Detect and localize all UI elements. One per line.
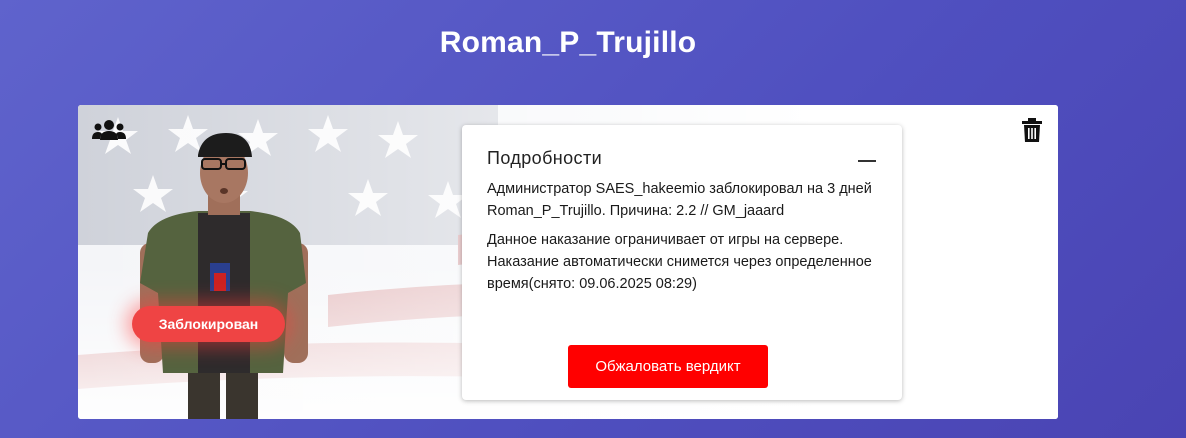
details-title: Подробности: [487, 148, 603, 168]
details-panel: Подробности Администратор SAES_hakeemio …: [462, 125, 902, 400]
appeal-verdict-button[interactable]: Обжаловать вердикт: [568, 345, 768, 388]
trash-icon[interactable]: [1022, 118, 1042, 142]
punishment-card: Заблокирован Подробности Администратор S…: [78, 105, 1058, 419]
character-skin: [140, 133, 308, 419]
minus-icon: [858, 160, 876, 162]
collapse-button[interactable]: [852, 151, 882, 171]
punishment-notice: Данное наказание ограничивает от игры на…: [487, 232, 872, 292]
status-badge: Заблокирован: [132, 306, 285, 342]
player-name: Roman_P_Trujillo: [439, 26, 697, 59]
punishment-description: Администратор SAES_hakeemio заблокировал…: [487, 181, 872, 219]
